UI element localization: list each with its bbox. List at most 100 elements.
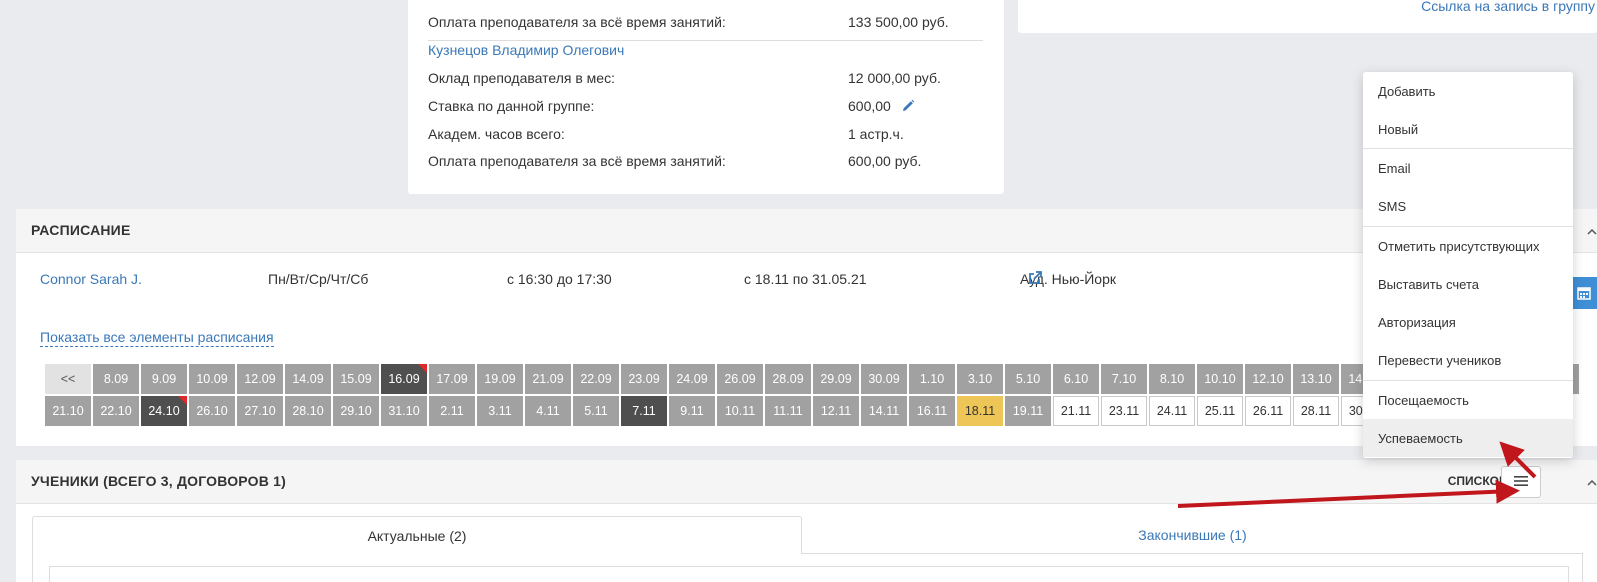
lesson-date-cell[interactable]: 10.09	[189, 364, 235, 394]
lesson-date-cell[interactable]: 16.11	[909, 396, 955, 426]
lesson-date-cell[interactable]: 11.11	[765, 396, 811, 426]
lesson-date-cell[interactable]: 1.10	[909, 364, 955, 394]
group-link-card: Ссылка на запись в группу	[1018, 0, 1597, 33]
lesson-date-cell[interactable]: 27.10	[237, 396, 283, 426]
lesson-date-cell[interactable]: 10.11	[717, 396, 763, 426]
lesson-date-cell[interactable]: 12.09	[237, 364, 283, 394]
lesson-date-cell[interactable]: 10.10	[1197, 364, 1243, 394]
lesson-date-cell[interactable]: 12.10	[1245, 364, 1291, 394]
schedule-header[interactable]: РАСПИСАНИЕ	[16, 209, 1597, 253]
row-label: Ставка по данной группе:	[428, 98, 595, 114]
row-label: Оплата преподавателя за всё время заняти…	[428, 14, 726, 30]
lesson-date-cell[interactable]: 23.09	[621, 364, 667, 394]
lesson-date-cell[interactable]: 6.10	[1053, 364, 1099, 394]
teacher-row: Ставка по данной группе: 600,00	[428, 98, 983, 125]
lesson-date-cell[interactable]: 13.10	[1293, 364, 1339, 394]
lesson-date-cell[interactable]: 29.10	[333, 396, 379, 426]
teacher-row: Академ. часов всего: 1 астр.ч.	[428, 126, 983, 153]
lesson-date-cell[interactable]: 28.10	[285, 396, 331, 426]
lesson-date-cell[interactable]: 7.10	[1101, 364, 1147, 394]
dates-row: << 8.09 9.09 10.09 12.09 14.09 15.09 16.09 17.09…	[45, 364, 1581, 394]
lesson-date-cell[interactable]: 14.11	[861, 396, 907, 426]
menu-item-new[interactable]: Новый	[1363, 110, 1573, 148]
lesson-date-cell[interactable]: 26.10	[189, 396, 235, 426]
section-title: РАСПИСАНИЕ	[31, 222, 131, 238]
tab-finished-students[interactable]: Закончившие (1)	[802, 516, 1583, 554]
lesson-date-cell[interactable]: 24.11	[1149, 396, 1195, 426]
teacher-row: Кузнецов Владимир Олегович	[428, 42, 983, 69]
teacher-row: Оплата преподавателя за всё время заняти…	[428, 14, 983, 41]
menu-item-sms[interactable]: SMS	[1363, 187, 1573, 225]
menu-item-attendance[interactable]: Посещаемость	[1363, 381, 1573, 419]
show-all-schedule-link[interactable]: Показать все элементы расписания	[40, 329, 274, 347]
lesson-date-cell[interactable]: 25.11	[1197, 396, 1243, 426]
calendar-button[interactable]	[1570, 277, 1597, 309]
menu-item-add[interactable]: Добавить	[1363, 72, 1573, 110]
actions-menu-button[interactable]	[1501, 466, 1541, 498]
lesson-date-cell[interactable]: 21.09	[525, 364, 571, 394]
lesson-date-cell[interactable]: 24.09	[669, 364, 715, 394]
group-signup-link[interactable]: Ссылка на запись в группу	[1421, 0, 1595, 14]
lesson-date-cell[interactable]: 28.11	[1293, 396, 1339, 426]
dates-prev-button[interactable]: <<	[45, 364, 91, 394]
lesson-date-cell[interactable]: 2.11	[429, 396, 475, 426]
lesson-date-cell[interactable]: 22.09	[573, 364, 619, 394]
row-label: Оклад преподавателя в мес:	[428, 70, 615, 86]
row-value: 1 астр.ч.	[848, 126, 904, 142]
lesson-date-cell[interactable]: 29.09	[813, 364, 859, 394]
lesson-date-cell[interactable]: 17.09	[429, 364, 475, 394]
lesson-date-cell[interactable]: 30.09	[861, 364, 907, 394]
menu-item-issue-invoices[interactable]: Выставить счета	[1363, 265, 1573, 303]
lesson-date-cell[interactable]: 3.10	[957, 364, 1003, 394]
lesson-date-cell[interactable]: 26.09	[717, 364, 763, 394]
lesson-date-cell[interactable]: 4.11	[525, 396, 571, 426]
lesson-date-cell[interactable]: 5.11	[573, 396, 619, 426]
lesson-date-cell[interactable]: 31.10	[381, 396, 427, 426]
lesson-date-cell[interactable]: 3.11	[477, 396, 523, 426]
students-header[interactable]: УЧЕНИКИ (ВСЕГО 3, ДОГОВОРОВ 1) СПИСКОМ	[16, 460, 1597, 504]
schedule-teacher-link[interactable]: Connor Sarah J.	[40, 271, 142, 287]
teacher-row: Оплата преподавателя за всё время заняти…	[428, 153, 983, 180]
external-link-icon[interactable]	[1028, 271, 1042, 288]
menu-item-mark-attendance[interactable]: Отметить присутствующих	[1363, 227, 1573, 265]
chevron-up-icon[interactable]	[1587, 225, 1597, 239]
menu-item-performance[interactable]: Успеваемость	[1363, 419, 1573, 457]
schedule-days: Пн/Вт/Ср/Чт/Сб	[268, 271, 369, 287]
lesson-date-cell[interactable]: 9.09	[141, 364, 187, 394]
lesson-date-cell[interactable]: 21.11	[1053, 396, 1099, 426]
chevron-up-icon[interactable]	[1587, 476, 1597, 490]
lesson-date-cell[interactable]: 15.09	[333, 364, 379, 394]
students-section: УЧЕНИКИ (ВСЕГО 3, ДОГОВОРОВ 1) СПИСКОМ А…	[16, 460, 1597, 582]
teacher-row: Оклад преподавателя в мес: 12 000,00 руб…	[428, 70, 983, 97]
lesson-date-cell[interactable]: 21.10	[45, 396, 91, 426]
students-table	[49, 566, 1569, 582]
tab-current-students[interactable]: Актуальные (2)	[32, 516, 802, 554]
lesson-date-cell[interactable]: 12.11	[813, 396, 859, 426]
teacher-name-link[interactable]: Кузнецов Владимир Олегович	[428, 42, 624, 58]
menu-item-email[interactable]: Email	[1363, 149, 1573, 187]
lesson-date-cell[interactable]: 28.09	[765, 364, 811, 394]
lesson-date-cell[interactable]: 7.11	[621, 396, 667, 426]
lesson-date-cell[interactable]: 9.11	[669, 396, 715, 426]
lesson-date-cell[interactable]: 16.09	[381, 364, 427, 394]
menu-item-transfer-students[interactable]: Перевести учеников	[1363, 341, 1573, 379]
lesson-date-cell[interactable]: 8.10	[1149, 364, 1195, 394]
lesson-date-cell[interactable]: 8.09	[93, 364, 139, 394]
lesson-date-cell[interactable]: 5.10	[1005, 364, 1051, 394]
hamburger-icon	[1514, 474, 1528, 490]
lesson-date-cell[interactable]: 19.09	[477, 364, 523, 394]
lesson-date-cell[interactable]: 14.09	[285, 364, 331, 394]
row-label: Академ. часов всего:	[428, 126, 565, 142]
pencil-icon[interactable]	[901, 99, 915, 116]
row-value: 600,00	[848, 98, 915, 116]
lesson-date-cell[interactable]: 22.10	[93, 396, 139, 426]
lesson-date-cell[interactable]: 18.11	[957, 396, 1003, 426]
lesson-date-cell[interactable]: 19.11	[1005, 396, 1051, 426]
tab-content	[32, 554, 1583, 582]
menu-item-authorization[interactable]: Авторизация	[1363, 303, 1573, 341]
lesson-date-cell[interactable]: 23.11	[1101, 396, 1147, 426]
row-value: 600,00 руб.	[848, 153, 922, 169]
lesson-date-cell[interactable]: 24.10	[141, 396, 187, 426]
section-title: УЧЕНИКИ (ВСЕГО 3, ДОГОВОРОВ 1)	[31, 473, 286, 489]
lesson-date-cell[interactable]: 26.11	[1245, 396, 1291, 426]
